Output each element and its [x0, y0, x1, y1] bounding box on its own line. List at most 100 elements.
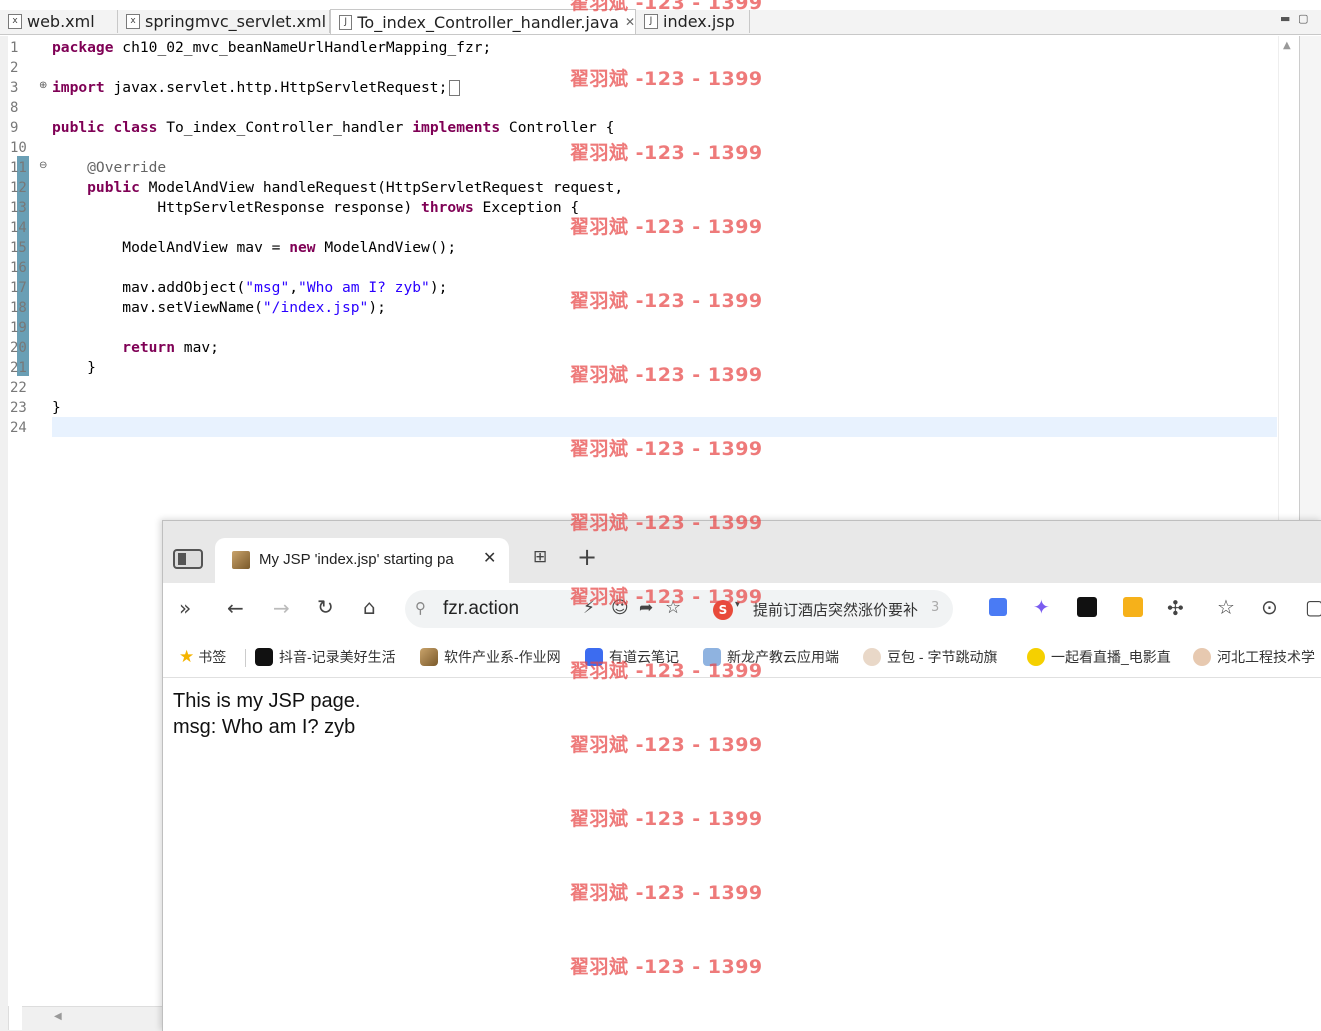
sidebar-toggle-icon[interactable]: » — [179, 596, 191, 620]
watermark-text: 翟羽斌 -123 - 1399 — [570, 290, 763, 312]
watermark-text: 翟羽斌 -123 - 1399 — [570, 734, 763, 756]
line-number: 22 — [10, 380, 27, 396]
reload-icon[interactable]: ↻ — [317, 595, 334, 619]
fold-expand-icon[interactable]: ⊕ — [39, 80, 47, 91]
code-line-12: public ModelAndView handleRequest(HttpSe… — [52, 179, 624, 196]
ai-assistant-icon[interactable]: ✦ — [1033, 595, 1050, 619]
watermark-text: 翟羽斌 -123 - 1399 — [570, 364, 763, 386]
douyin-icon — [255, 648, 273, 666]
extensions-icon[interactable]: ✣ — [1167, 596, 1184, 620]
code-line-15: ModelAndView mav = new ModelAndView(); — [52, 239, 457, 256]
bookmark-item[interactable]: 一起看直播_电影直 — [1027, 647, 1171, 667]
scroll-left-icon[interactable]: ◀ — [54, 1011, 62, 1022]
fold-collapse-icon[interactable]: ⊖ — [39, 160, 47, 171]
code-line-21: } — [52, 359, 96, 376]
line-number: 14 — [10, 220, 27, 236]
close-icon[interactable]: ✕ — [625, 15, 635, 29]
line-number: 21 — [10, 360, 27, 376]
code-line-9: public class To_index_Controller_handler… — [52, 119, 615, 136]
jsp-file-icon: J — [644, 14, 658, 29]
watermark-text: 翟羽斌 -123 - 1399 — [570, 216, 763, 238]
code-line-17: mav.addObject("msg","Who am I? zyb"); — [52, 279, 448, 296]
watermark-text: 翟羽斌 -123 - 1399 — [570, 660, 763, 682]
browser-tab[interactable]: My JSP 'index.jsp' starting pa ✕ — [215, 538, 509, 583]
xml-file-icon: x — [8, 14, 22, 29]
tab-groups-icon[interactable] — [173, 549, 203, 569]
line-number: 12 — [10, 180, 27, 196]
code-line-13: HttpServletResponse response) throws Exc… — [52, 199, 580, 216]
line-number: 15 — [10, 240, 27, 256]
collapsed-import-icon — [449, 80, 461, 96]
tab-springmvc-servlet-xml[interactable]: x springmvc_servlet.xml — [118, 10, 330, 33]
live-icon — [1027, 648, 1045, 666]
tab-label: web.xml — [27, 12, 95, 31]
line-number: 17 — [10, 280, 27, 296]
tab-web-xml[interactable]: x web.xml — [0, 10, 118, 33]
bookmark-item[interactable]: 抖音-记录美好生活 — [255, 647, 396, 667]
line-number: 18 — [10, 300, 27, 316]
tab-title: My JSP 'index.jsp' starting pa — [259, 551, 454, 568]
translate-icon[interactable] — [989, 598, 1007, 616]
line-number: 16 — [10, 260, 27, 276]
search-icon: ⚲ — [415, 599, 426, 617]
doubao-icon — [863, 648, 881, 666]
bookmark-item[interactable]: ★ 书签 — [179, 647, 226, 667]
bookmark-divider — [245, 649, 246, 667]
home-icon[interactable]: ⌂ — [363, 595, 376, 619]
watermark-text: 翟羽斌 -123 - 1399 — [570, 512, 763, 534]
watermark-text: 翟羽斌 -123 - 1399 — [570, 882, 763, 904]
news-ticker[interactable]: 提前订酒店突然涨价要补 — [753, 599, 918, 620]
bookmark-item[interactable]: 河北工程技术学 — [1193, 647, 1315, 667]
line-number: 9 — [10, 120, 19, 136]
watermark-text: 翟羽斌 -123 - 1399 — [570, 438, 763, 460]
overview-ruler — [1299, 36, 1321, 526]
line-number: 2 — [10, 60, 19, 76]
page-line-2: msg: Who am I? zyb — [173, 716, 356, 738]
download-icon[interactable]: ⊙ — [1261, 595, 1278, 619]
xml-file-icon: x — [126, 14, 140, 29]
code-line-3: import javax.servlet.http.HttpServletReq… — [52, 78, 461, 98]
line-number: 10 — [10, 140, 27, 156]
bookmark-item[interactable]: 豆包 - 字节跳动旗 — [863, 647, 997, 667]
maximize-icon[interactable]: ▢ — [1298, 12, 1308, 25]
line-number: 19 — [10, 320, 27, 336]
tab-favicon-icon — [232, 551, 250, 569]
watermark-text: 翟羽斌 -123 - 1399 — [570, 68, 763, 90]
tab-label: springmvc_servlet.xml — [145, 12, 327, 31]
watermark-text: 翟羽斌 -123 - 1399 — [570, 142, 763, 164]
stock-icon[interactable] — [1077, 597, 1097, 617]
page-icon — [420, 648, 438, 666]
minimize-icon[interactable]: ▬ — [1280, 12, 1290, 25]
scroll-up-icon[interactable]: ▲ — [1283, 40, 1291, 51]
watermark-text: 翟羽斌 -123 - 1399 — [570, 808, 763, 830]
school-icon — [1193, 648, 1211, 666]
new-tab-icon[interactable]: + — [577, 543, 597, 571]
tab-search-icon[interactable]: ⊞ — [533, 547, 547, 567]
back-icon[interactable]: ← — [227, 596, 244, 620]
line-number: 23 — [10, 400, 27, 416]
line-number: 8 — [10, 100, 19, 116]
star-icon: ★ — [179, 647, 195, 666]
horizontal-scrollbar[interactable]: ◀ — [22, 1006, 162, 1031]
code-line-1: package ch10_02_mvc_beanNameUrlHandlerMa… — [52, 39, 492, 56]
code-line-23: } — [52, 399, 61, 416]
page-line-1: This is my JSP page. — [173, 690, 361, 712]
bookmark-item[interactable]: 软件产业系-作业网 — [420, 647, 561, 667]
favorites-icon[interactable]: ☆ — [1217, 595, 1235, 619]
window-icon[interactable]: ▢ — [1305, 595, 1321, 619]
code-line-11: @Override — [52, 159, 167, 176]
news-count: 3 — [931, 600, 940, 615]
address-text[interactable]: fzr.action — [443, 598, 519, 620]
watermark-text: 翟羽斌 -123 - 1399 — [570, 956, 763, 978]
code-line-18: mav.setViewName("/index.jsp"); — [52, 299, 386, 316]
folder-icon[interactable] — [1123, 597, 1143, 617]
line-number: 3 — [10, 80, 19, 96]
line-number: 1 — [10, 40, 19, 56]
line-number: 20 — [10, 340, 27, 356]
forward-icon[interactable]: → — [273, 596, 290, 620]
tab-label: To_index_Controller_handler.java — [357, 12, 619, 32]
close-tab-icon[interactable]: ✕ — [483, 548, 496, 568]
java-file-icon: J — [339, 14, 353, 30]
watermark-text: 翟羽斌 -123 - 1399 — [570, 0, 763, 14]
vertical-scrollbar[interactable]: ▲ — [1278, 36, 1299, 526]
